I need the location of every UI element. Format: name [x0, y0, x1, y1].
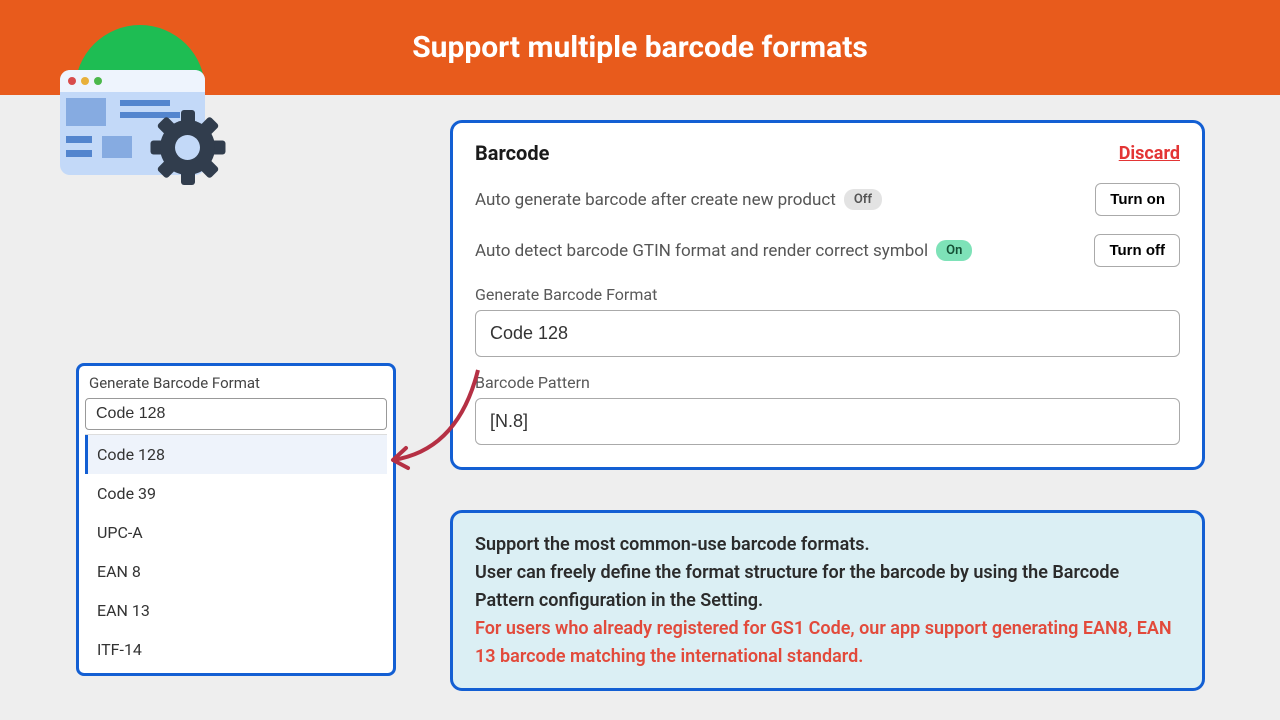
callout-line-2: User can freely define the format struct…	[475, 559, 1180, 615]
status-badge-on: On	[936, 240, 972, 261]
callout-line-1: Support the most common-use barcode form…	[475, 531, 1180, 559]
gear-icon	[150, 110, 225, 185]
barcode-format-input[interactable]	[475, 310, 1180, 357]
format-label: Generate Barcode Format	[475, 285, 1180, 304]
format-options-list: Code 128 Code 39 UPC-A EAN 8 EAN 13 ITF-…	[85, 434, 387, 669]
card-title: Barcode	[475, 141, 549, 165]
setting-auto-generate: Auto generate barcode after create new p…	[475, 183, 1180, 216]
format-option[interactable]: Code 128	[85, 435, 387, 474]
setting-auto-detect: Auto detect barcode GTIN format and rend…	[475, 234, 1180, 267]
callout-line-3: For users who already registered for GS1…	[475, 615, 1180, 671]
turn-on-button[interactable]: Turn on	[1095, 183, 1180, 216]
barcode-settings-card: Barcode Discard Auto generate barcode af…	[450, 120, 1205, 470]
format-dropdown-popover: Generate Barcode Format Code 128 Code 39…	[76, 363, 396, 676]
setting-auto-detect-label: Auto detect barcode GTIN format and rend…	[475, 241, 928, 261]
barcode-pattern-input[interactable]	[475, 398, 1180, 445]
pattern-label: Barcode Pattern	[475, 373, 1180, 392]
info-callout: Support the most common-use barcode form…	[450, 510, 1205, 691]
header-title: Support multiple barcode formats	[412, 30, 868, 65]
popover-title: Generate Barcode Format	[85, 372, 387, 398]
popover-input[interactable]	[85, 398, 387, 430]
format-option[interactable]: UPC-A	[85, 513, 387, 552]
format-option[interactable]: Code 39	[85, 474, 387, 513]
turn-off-button[interactable]: Turn off	[1094, 234, 1180, 267]
app-logo	[50, 25, 210, 185]
format-option[interactable]: EAN 8	[85, 552, 387, 591]
setting-auto-generate-label: Auto generate barcode after create new p…	[475, 190, 836, 210]
format-option[interactable]: EAN 13	[85, 591, 387, 630]
format-option[interactable]: ITF-14	[85, 630, 387, 669]
status-badge-off: Off	[844, 189, 882, 210]
discard-link[interactable]: Discard	[1119, 143, 1180, 164]
